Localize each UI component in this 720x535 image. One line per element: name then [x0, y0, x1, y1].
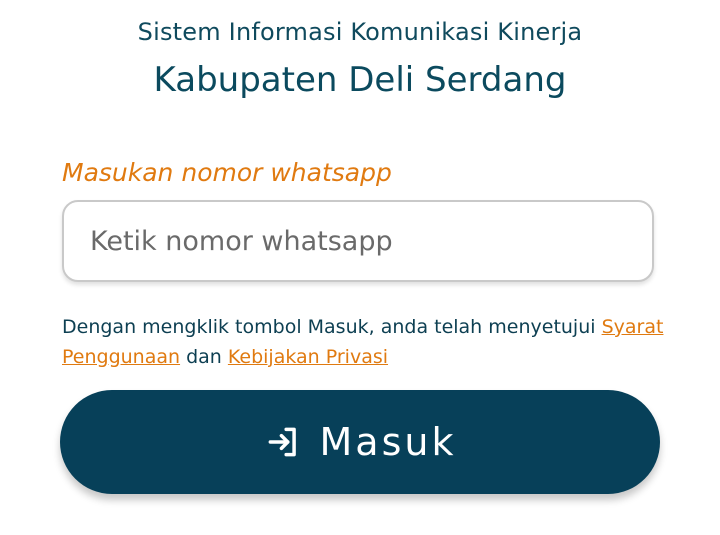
whatsapp-input-container — [62, 200, 654, 282]
whatsapp-number-input[interactable] — [64, 202, 652, 280]
login-icon — [264, 423, 302, 461]
whatsapp-field-label: Masukan nomor whatsapp — [62, 158, 392, 187]
page-title: Kabupaten Deli Serdang — [153, 60, 567, 100]
consent-text-before: Dengan mengklik tombol Masuk, anda telah… — [62, 316, 596, 338]
privacy-policy-link[interactable]: Kebijakan Privasi — [228, 346, 388, 368]
consent-text: Dengan mengklik tombol Masuk, anda telah… — [62, 312, 682, 372]
login-button[interactable]: Masuk — [60, 390, 660, 494]
consent-text-between: dan — [186, 346, 222, 368]
login-button-label: Masuk — [319, 420, 457, 464]
header: Sistem Informasi Komunikasi Kinerja Kabu… — [0, 14, 720, 102]
app-subtitle: Sistem Informasi Komunikasi Kinerja — [137, 18, 583, 46]
